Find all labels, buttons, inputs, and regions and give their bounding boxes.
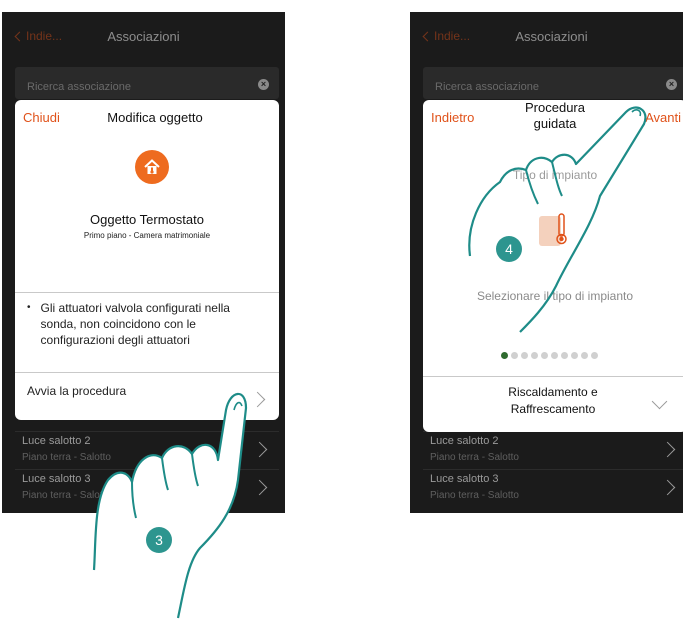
page-dot [561, 352, 568, 359]
phone-screen-right: Indie... Associazioni Ricerca associazio… [410, 12, 683, 513]
page-dot [541, 352, 548, 359]
object-location: Primo piano - Camera matrimoniale [83, 231, 211, 240]
page-dot [501, 352, 508, 359]
guided-procedure-dialog: Indietro Procedura guidata Avanti Tipo d… [423, 100, 683, 432]
back-button[interactable]: Indietro [431, 110, 474, 125]
page-title: Associazioni [515, 29, 588, 44]
list-item-location: Piano terra - Salotto [22, 452, 111, 463]
system-type-heading: Tipo di impianto [512, 168, 598, 182]
dialog-title: Procedura guidata [525, 100, 585, 131]
start-procedure-label: Avvia la procedura [27, 384, 127, 398]
instruction-text: Selezionare il tipo di impianto [476, 289, 634, 303]
page-dot [521, 352, 528, 359]
object-name: Oggetto Termostato [90, 212, 204, 227]
divider [15, 372, 279, 373]
list-item[interactable]: Luce salotto 2 Piano terra - Salotto [15, 431, 279, 469]
page-dot [591, 352, 598, 359]
chevron-down-icon [651, 393, 668, 410]
chevron-right-icon [659, 479, 676, 496]
list-item[interactable]: Luce salotto 3 Piano terra - Salotto [423, 469, 683, 507]
list-item[interactable]: Luce salotto 3 Piano terra - Salotto [15, 469, 279, 507]
dialog-title: Modifica oggetto [107, 110, 203, 125]
search-input[interactable]: Ricerca associazione × [15, 67, 279, 99]
list-item-name: Luce salotto 3 [430, 473, 499, 485]
chevron-right-icon [249, 391, 266, 408]
list-item[interactable]: Luce salotto 2 Piano terra - Salotto [423, 431, 683, 469]
page-title: Associazioni [107, 29, 180, 44]
chevron-right-icon [251, 441, 268, 458]
page-dot [581, 352, 588, 359]
chevron-right-icon [659, 441, 676, 458]
nav-bar: Indie... Associazioni [410, 12, 683, 60]
chevron-right-icon [251, 479, 268, 496]
thermostat-house-icon [135, 150, 169, 184]
list-item-location: Piano terra - Salotto [430, 452, 519, 463]
list-item-name: Luce salotto 2 [22, 435, 91, 447]
search-input[interactable]: Ricerca associazione × [423, 67, 683, 99]
nav-bar: Indie... Associazioni [2, 12, 285, 60]
page-indicator [501, 352, 598, 359]
search-placeholder: Ricerca associazione [435, 81, 539, 93]
page-dot [551, 352, 558, 359]
next-button[interactable]: Avanti [645, 110, 681, 125]
system-type-dropdown[interactable]: Riscaldamento e Raffrescamento [423, 376, 683, 432]
page-dot [571, 352, 578, 359]
list-item-location: Piano terra - Salotto [430, 490, 519, 501]
dropdown-selected-value: Riscaldamento e Raffrescamento [508, 385, 598, 416]
edit-object-dialog: Chiudi Modifica oggetto Oggetto Termosta… [15, 100, 279, 420]
phone-screen-left: Indie... Associazioni Ricerca associazio… [2, 12, 285, 513]
warning-text: Gli attuatori valvola configurati nella … [40, 301, 230, 347]
list-item-name: Luce salotto 2 [430, 435, 499, 447]
page-dot [511, 352, 518, 359]
list-item-location: Piano terra - Salotto [22, 490, 111, 501]
step-number-badge: 3 [146, 527, 172, 553]
thermometer-icon [539, 213, 567, 246]
divider [15, 292, 279, 293]
list-item-name: Luce salotto 3 [22, 473, 91, 485]
page-dot [531, 352, 538, 359]
search-placeholder: Ricerca associazione [27, 81, 131, 93]
step-number-badge: 4 [496, 236, 522, 262]
bullet: • [27, 302, 31, 313]
clear-icon[interactable]: × [258, 79, 269, 90]
warning-message: • Gli attuatori valvola configurati nell… [27, 300, 269, 348]
start-procedure-button[interactable]: Avvia la procedura [15, 380, 279, 420]
close-button[interactable]: Chiudi [23, 110, 60, 125]
clear-icon[interactable]: × [666, 79, 677, 90]
